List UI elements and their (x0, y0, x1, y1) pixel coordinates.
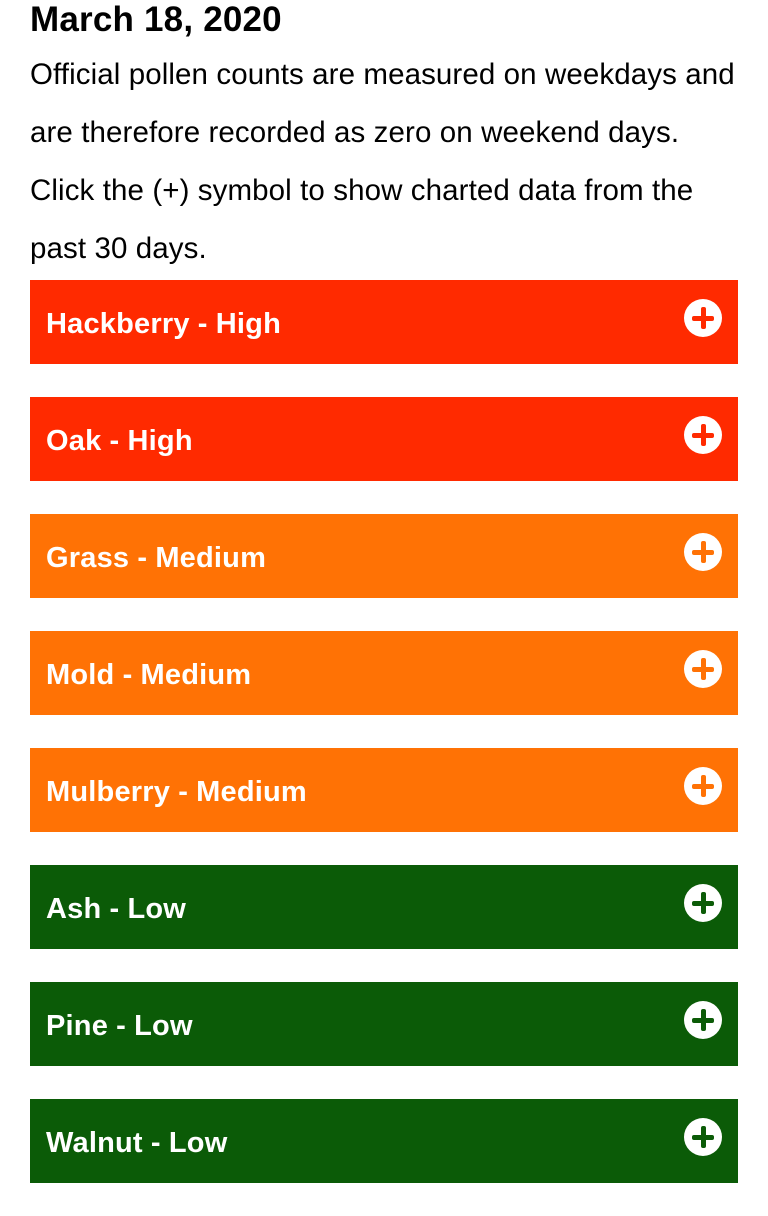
pollen-row-label: Mulberry - Medium (46, 776, 307, 808)
pollen-row-mulberry[interactable]: Mulberry - Medium (30, 748, 738, 832)
page-content: March 18, 2020 Official pollen counts ar… (30, 0, 738, 1183)
pollen-row-label: Walnut - Low (46, 1127, 228, 1159)
pollen-row-mold[interactable]: Mold - Medium (30, 631, 738, 715)
pollen-name: Oak (46, 425, 102, 457)
pollen-row-walnut[interactable]: Walnut - Low (30, 1099, 738, 1183)
pollen-row-label: Grass - Medium (46, 542, 267, 574)
pollen-list: Hackberry - High Oak - High Grass - Medium Mol… (30, 280, 738, 1216)
pollen-row-grass[interactable]: Grass - Medium (30, 514, 738, 598)
pollen-level: High (215, 308, 281, 340)
pollen-name: Hackberry (46, 308, 190, 340)
intro-text: Official pollen counts are measured on w… (30, 58, 735, 265)
pollen-level: Low (134, 1010, 193, 1042)
plus-circle-icon[interactable] (684, 1001, 722, 1039)
pollen-row-label: Oak - High (46, 425, 193, 457)
pollen-row-label: Pine - Low (46, 1010, 193, 1042)
pollen-level: Low (168, 1127, 228, 1159)
pollen-row-pine[interactable]: Pine - Low (30, 982, 738, 1066)
plus-circle-icon[interactable] (684, 884, 722, 922)
pollen-row-label: Hackberry - High (46, 308, 281, 340)
pollen-row-hackberry[interactable]: Hackberry - High (30, 280, 738, 364)
pollen-level: High (127, 425, 193, 457)
pollen-name: Grass (46, 542, 130, 574)
plus-circle-icon[interactable] (684, 299, 722, 337)
plus-circle-icon[interactable] (684, 767, 722, 805)
plus-circle-icon[interactable] (684, 1118, 722, 1156)
pollen-level: Low (127, 893, 187, 925)
pollen-name: Pine (46, 1010, 109, 1042)
pollen-name: Ash (46, 893, 102, 925)
pollen-row-oak[interactable]: Oak - High (30, 397, 738, 481)
pollen-level: Medium (196, 776, 307, 808)
pollen-name: Mulberry (46, 776, 171, 808)
pollen-row-label: Ash - Low (46, 893, 187, 925)
pollen-row-ash[interactable]: Ash - Low (30, 865, 738, 949)
pollen-name: Walnut (46, 1127, 143, 1159)
pollen-row-label: Mold - Medium (46, 659, 252, 691)
plus-circle-icon[interactable] (684, 533, 722, 571)
plus-circle-icon[interactable] (684, 416, 722, 454)
pollen-level: Medium (140, 659, 252, 691)
plus-circle-icon[interactable] (684, 650, 722, 688)
pollen-name: Mold (46, 659, 115, 691)
date-heading: March 18, 2020 (30, 0, 282, 39)
pollen-level: Medium (155, 542, 267, 574)
